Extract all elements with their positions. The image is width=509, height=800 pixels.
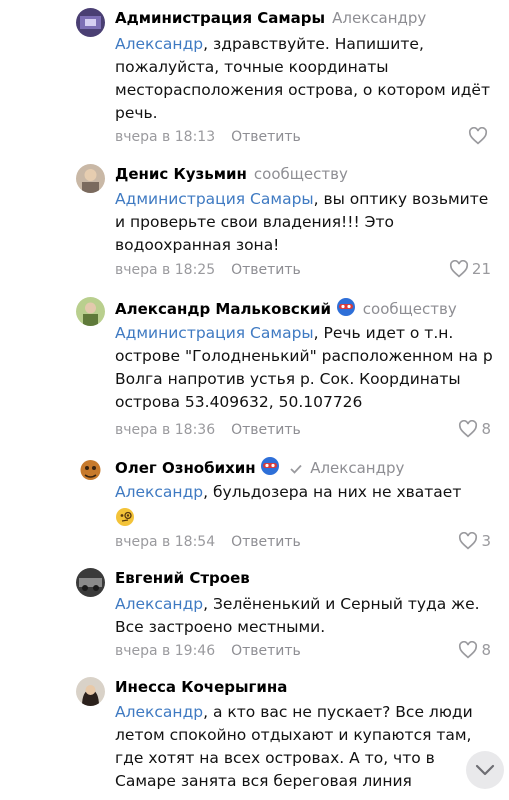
comment-time: вчера в 18:54 xyxy=(115,534,216,550)
heart-icon xyxy=(459,420,478,438)
avatar[interactable] xyxy=(76,297,105,326)
comment-text-block: Администрация Самары, вы оптику возьмите… xyxy=(115,188,495,257)
scroll-down-button[interactable] xyxy=(466,751,504,789)
reply-button[interactable]: Ответить xyxy=(231,129,301,145)
like-button[interactable]: 8 xyxy=(458,420,491,438)
comment-time: вчера в 19:46 xyxy=(115,643,216,659)
avatar[interactable] xyxy=(76,568,105,597)
mention-link[interactable]: Александр xyxy=(115,703,203,721)
reply-to-label[interactable]: Александру xyxy=(332,9,426,27)
comment-author[interactable]: Администрация Самары xyxy=(115,9,325,27)
avatar[interactable] xyxy=(76,456,105,485)
comment-text-block: Администрация Самары, Речь идет о т.н. о… xyxy=(115,322,495,414)
reply-to-label[interactable]: сообществу xyxy=(363,300,457,318)
comment-author[interactable]: Инесса Кочерыгина xyxy=(115,678,287,696)
comment-author[interactable]: Олег Ознобихин xyxy=(115,459,256,477)
comment-time: вчера в 18:36 xyxy=(115,422,216,438)
comment-text-block: Александр, бульдозера на них не хватает xyxy=(115,481,495,534)
like-button[interactable]: 21 xyxy=(449,260,491,278)
comment-text-block: Александр, Зелёненький и Серный туда же.… xyxy=(115,593,495,639)
mention-link[interactable]: Александр xyxy=(115,595,203,613)
like-count: 3 xyxy=(481,532,491,550)
comment-time: вчера в 18:25 xyxy=(115,262,216,278)
reply-to-label[interactable]: сообществу xyxy=(254,165,348,183)
mention-link[interactable]: Администрация Самары xyxy=(115,190,314,208)
avatar[interactable] xyxy=(76,677,105,706)
like-count: 21 xyxy=(471,260,491,278)
chevron-down-icon xyxy=(475,764,495,776)
heart-icon xyxy=(459,641,478,659)
reply-button[interactable]: Ответить xyxy=(231,643,301,659)
like-count: 8 xyxy=(481,420,491,438)
reply-button[interactable]: Ответить xyxy=(231,422,301,438)
heart-icon xyxy=(459,532,478,550)
reply-to-label[interactable]: Александру xyxy=(310,459,404,477)
like-count: 8 xyxy=(481,641,491,659)
comment-author[interactable]: Евгений Строев xyxy=(115,569,250,587)
comment-time: вчера в 18:13 xyxy=(115,129,216,145)
comment-author[interactable]: Денис Кузьмин xyxy=(115,165,247,183)
mention-link[interactable]: Администрация Самары xyxy=(115,324,314,342)
superhero-mask-emoji xyxy=(260,456,280,481)
comment-text: , бульдозера на них не хватает xyxy=(203,483,462,501)
like-button[interactable] xyxy=(468,127,491,145)
heart-icon xyxy=(468,127,488,145)
like-button[interactable]: 8 xyxy=(458,641,491,659)
reply-button[interactable]: Ответить xyxy=(231,262,301,278)
comment-author[interactable]: Александр Мальковский xyxy=(115,300,331,318)
superhero-mask-emoji xyxy=(336,297,356,322)
avatar[interactable] xyxy=(76,164,105,193)
avatar[interactable] xyxy=(76,8,105,37)
checkmark-icon xyxy=(290,464,302,474)
mention-link[interactable]: Александр xyxy=(115,35,203,53)
mention-link[interactable]: Александр xyxy=(115,483,203,501)
comment-text-block: Александр, здравствуйте. Напишите, пожал… xyxy=(115,33,495,125)
heart-icon xyxy=(449,260,468,278)
reply-button[interactable]: Ответить xyxy=(231,534,301,550)
monocle-face-emoji xyxy=(115,507,135,534)
like-button[interactable]: 3 xyxy=(458,532,491,550)
comment-text-block: Александр, а кто вас не пускает? Все люд… xyxy=(115,701,495,793)
